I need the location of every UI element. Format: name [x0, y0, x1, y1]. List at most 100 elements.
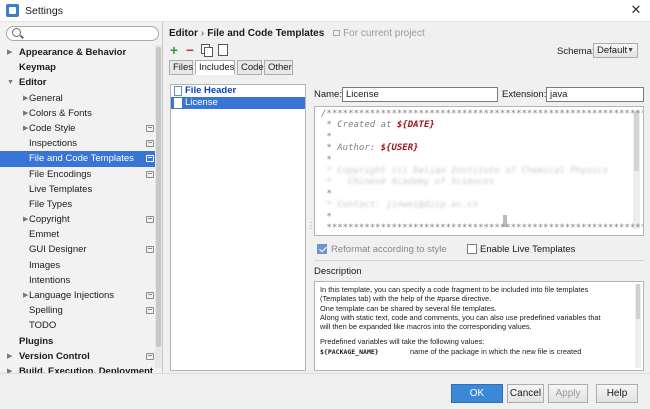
settings-tree: ▶ Appearance & Behavior Keymap ▼ Editor ▶ Gene… [0, 45, 162, 373]
sidebar-item[interactable]: File Types [0, 197, 162, 212]
cancel-button[interactable]: Cancel [507, 384, 544, 403]
extension-field[interactable]: java [546, 87, 644, 102]
sidebar-item-label: Images [29, 259, 61, 271]
template-item-file-header[interactable]: File Header [171, 85, 305, 97]
project-scope-icon [146, 246, 154, 254]
description-line: In this template, you can specify a code… [320, 285, 589, 294]
sidebar-item-label: Spelling [29, 305, 63, 317]
sidebar-item[interactable]: ▶ General [0, 91, 162, 106]
sidebar-item[interactable]: ▶ Code Style [0, 121, 162, 136]
chevron-right-icon[interactable]: ▶ [7, 349, 12, 364]
code-text: * Author: [321, 143, 381, 154]
sidebar-item[interactable]: ▶ Copyright [0, 212, 162, 227]
chevron-right-icon[interactable]: ▶ [23, 288, 28, 303]
code-text: * Contact: jinwei@dicp.ac.cn [321, 200, 479, 211]
code-line: * [321, 155, 331, 165]
tab-code[interactable]: Code [237, 60, 264, 75]
code-line: * Copyright (c) Dalian Institute of Chem… [321, 166, 608, 176]
name-field[interactable]: License [342, 87, 498, 102]
code-text: * [321, 131, 332, 142]
editor-scrollbar[interactable] [633, 111, 640, 229]
copy-template-icon[interactable] [200, 44, 213, 57]
description-box: In this template, you can specify a code… [314, 281, 644, 371]
sidebar-item-label: Emmet [29, 229, 60, 241]
sidebar-item-label: File and Code Templates [29, 153, 134, 165]
sidebar-item-label: Appearance & Behavior [19, 47, 127, 58]
tab-includes[interactable]: Includes [195, 60, 235, 75]
sidebar-item[interactable]: ▶ Build, Execution, Deployment [0, 364, 162, 373]
chevron-right-icon[interactable]: ▶ [23, 91, 28, 106]
breadcrumb-editor: Editor [169, 28, 198, 39]
schema-dropdown[interactable]: Default ▼ [593, 43, 638, 58]
sidebar-item[interactable]: Live Templates [0, 182, 162, 197]
extension-label: Extension: [502, 89, 547, 100]
sidebar-item[interactable]: GUI Designer [0, 242, 162, 257]
sidebar-item-label: Editor [19, 77, 47, 89]
sidebar-scrollbar[interactable] [155, 45, 162, 368]
chevron-right-icon[interactable]: ▶ [23, 121, 28, 136]
sidebar-item-label: File Encodings [29, 168, 92, 180]
sidebar-item[interactable]: Keymap [0, 60, 162, 75]
sidebar-item-label: Language Injections [29, 290, 115, 301]
settings-search-input[interactable] [6, 26, 159, 41]
code-text: * [321, 188, 332, 199]
tab-files[interactable]: Files [169, 60, 193, 75]
schema-label: Schema: [557, 46, 595, 57]
template-item-license[interactable]: License [171, 97, 305, 109]
project-scope-icon [146, 155, 154, 163]
sidebar-item[interactable]: ▶ Language Injections [0, 288, 162, 303]
sidebar-item-label: Inspections [29, 138, 78, 150]
splitter-handle[interactable]: ⋮ [307, 221, 315, 230]
code-line: * Created at ${DATE} [321, 120, 435, 131]
sidebar-item[interactable]: Plugins [0, 334, 162, 349]
sidebar-item[interactable]: Images [0, 258, 162, 273]
reformat-label: Reformat according to style [331, 244, 447, 255]
sidebar-item[interactable]: ▼ Editor [0, 75, 162, 90]
sidebar-item[interactable]: TODO [0, 318, 162, 333]
apply-button[interactable]: Apply [548, 384, 588, 403]
ok-button[interactable]: OK [451, 384, 503, 403]
sidebar-item-label: Copyright [29, 214, 70, 226]
sidebar-item[interactable]: Emmet [0, 227, 162, 242]
sidebar-item[interactable]: File Encodings [0, 167, 162, 182]
code-line: * [321, 131, 332, 142]
template-code-editor[interactable]: /***************************************… [314, 106, 644, 236]
variable-name: ${PACKAGE_NAME} [320, 347, 379, 356]
sidebar-item[interactable]: ▶ Version Control [0, 349, 162, 364]
sidebar-item-label: GUI Designer [29, 244, 87, 256]
chevron-right-icon[interactable]: ▶ [23, 106, 28, 121]
live-templates-checkbox[interactable] [467, 244, 477, 254]
title-bar: Settings ✕ [0, 0, 650, 22]
sidebar-item[interactable]: ▶ Appearance & Behavior [0, 45, 162, 60]
sidebar-item-label: Colors & Fonts [29, 107, 92, 119]
sidebar-item[interactable]: ▶ Colors & Fonts [0, 106, 162, 121]
file-icon [174, 98, 182, 108]
reset-template-icon[interactable] [216, 44, 228, 56]
tab-other[interactable]: Other [264, 60, 293, 75]
chevron-right-icon[interactable]: ▶ [7, 364, 12, 373]
sidebar-item[interactable]: Spelling [0, 303, 162, 318]
add-template-icon[interactable]: + [168, 43, 180, 57]
chevron-down-icon[interactable]: ▼ [7, 75, 14, 90]
remove-template-icon[interactable]: − [184, 43, 196, 57]
chevron-right-icon[interactable]: ▶ [7, 45, 12, 60]
close-icon[interactable]: ✕ [628, 1, 644, 19]
description-title: Description [314, 266, 362, 277]
breadcrumb-current: File and Code Templates [207, 28, 325, 39]
sidebar-item[interactable]: Intentions [0, 273, 162, 288]
description-scrollbar[interactable] [635, 284, 641, 368]
help-button[interactable]: Help [596, 384, 638, 403]
sidebar-item-label: Plugins [19, 335, 54, 347]
sidebar-item-label: File Types [29, 198, 73, 210]
sidebar-item[interactable]: File and Code Templates [0, 151, 162, 167]
reformat-checkbox[interactable] [317, 244, 327, 254]
chevron-right-icon[interactable]: ▶ [23, 212, 28, 227]
template-variable: ${DATE} [396, 120, 435, 131]
description-line: (Templates tab) with the help of the #pa… [320, 294, 492, 304]
sidebar-item[interactable]: Inspections [0, 136, 162, 151]
sidebar-item-label: Intentions [29, 274, 71, 286]
schema-value: Default [597, 45, 628, 56]
code-line: * [321, 188, 332, 199]
name-label: Name: [314, 89, 342, 100]
code-text: * Copyright (c) Dalian Institute of Chem… [321, 166, 609, 176]
